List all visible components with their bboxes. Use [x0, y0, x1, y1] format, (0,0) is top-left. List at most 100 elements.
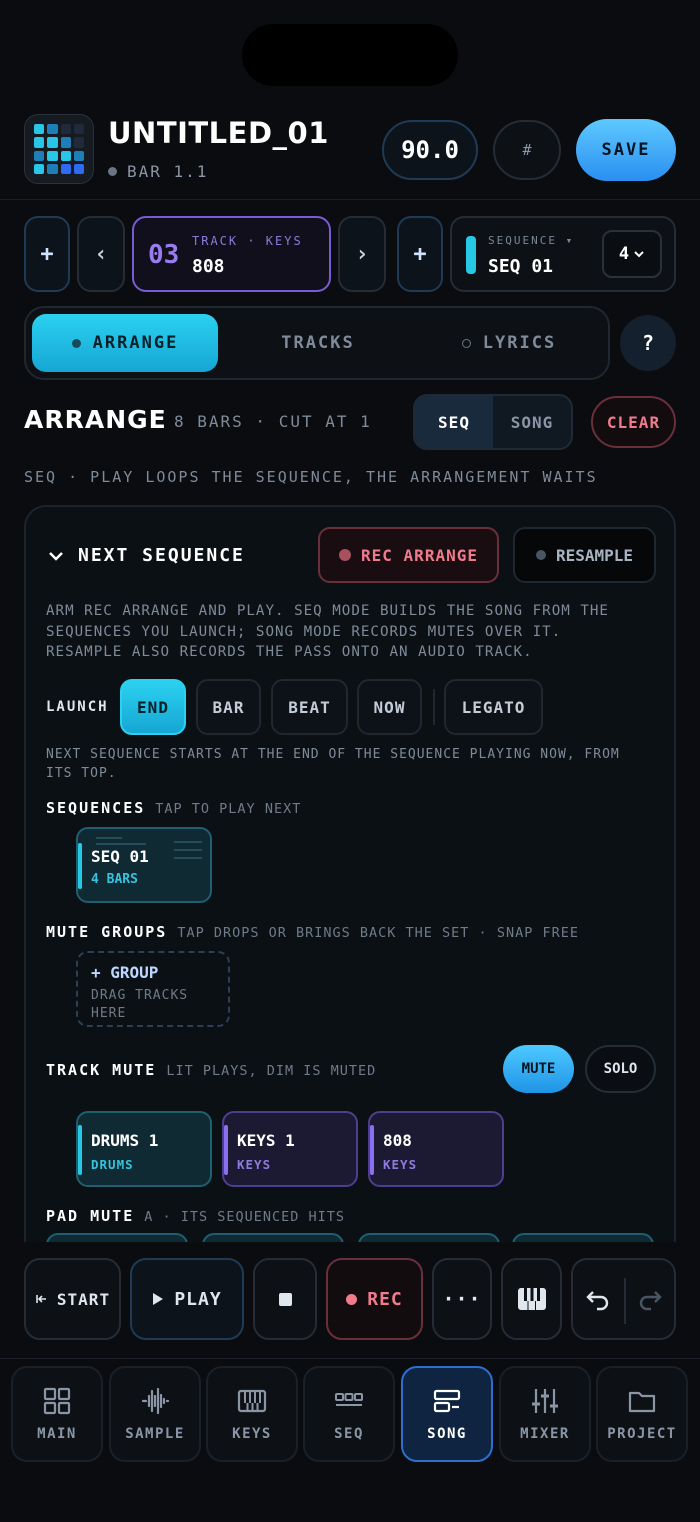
- project-title[interactable]: UNTITLED_01: [108, 116, 329, 150]
- track-label: TRACK · KEYS: [192, 234, 303, 248]
- section-title: ARRANGE: [24, 405, 167, 434]
- sequencer-icon: [335, 1393, 363, 1406]
- tab-arrange[interactable]: ARRANGE: [32, 314, 218, 372]
- nav-mixer[interactable]: MIXER: [499, 1366, 591, 1462]
- folder-icon: [628, 1391, 656, 1413]
- grid-hash-button[interactable]: #: [493, 120, 561, 180]
- rec-arrange-button[interactable]: REC ARRANGE: [318, 527, 499, 583]
- play-button[interactable]: PLAY: [130, 1258, 244, 1340]
- arrange-mode-toggle: SEQ SONG: [413, 394, 573, 450]
- app-logo-icon: [24, 114, 94, 184]
- pad-mute-heading: PAD MUTE A · ITS SEQUENCED HITS: [46, 1207, 346, 1225]
- sequence-selector[interactable]: SEQUENCE ▾ SEQ 01 4: [450, 216, 676, 292]
- sequence-card-name: SEQ 01: [91, 847, 149, 866]
- mute-mode-button[interactable]: MUTE: [503, 1045, 574, 1093]
- launch-bar-button[interactable]: BAR: [196, 679, 261, 735]
- record-dot-icon: [535, 550, 546, 560]
- track-card-name: DRUMS 1: [91, 1131, 159, 1150]
- next-sequence-panel: NEXT SEQUENCE REC ARRANGE RESAMPLE ARM R…: [24, 505, 676, 1265]
- redo-icon: [639, 1291, 662, 1311]
- add-group-hint: DRAG TRACKS HERE: [91, 988, 189, 1021]
- skip-start-icon: [36, 1295, 46, 1303]
- add-sequence-button[interactable]: +: [397, 216, 443, 292]
- camera-notch: [242, 24, 458, 86]
- play-icon: [153, 1293, 164, 1305]
- arrange-summary: 8 BARS · CUT AT 1: [174, 412, 372, 431]
- next-track-button[interactable]: ›: [338, 216, 386, 292]
- piano-icon: [237, 1389, 267, 1413]
- sequence-length-dropdown[interactable]: 4: [602, 230, 662, 278]
- nav-main[interactable]: MAIN: [11, 1366, 103, 1462]
- save-button[interactable]: SAVE: [576, 119, 676, 181]
- launch-now-button[interactable]: NOW: [357, 679, 422, 735]
- sequence-card[interactable]: SEQ 01 4 BARS: [76, 827, 212, 903]
- tab-lyrics[interactable]: LYRICS: [416, 314, 602, 372]
- divider: [433, 689, 435, 725]
- status-dot-icon: [108, 167, 117, 176]
- active-dot-icon: [71, 338, 81, 348]
- return-to-start-button[interactable]: START: [24, 1258, 121, 1340]
- track-name: 808: [192, 256, 225, 277]
- add-group-dropzone[interactable]: + GROUP DRAG TRACKS HERE: [76, 951, 230, 1027]
- piano-icon: [517, 1288, 546, 1310]
- nav-keys[interactable]: KEYS: [206, 1366, 298, 1462]
- mode-seq-button[interactable]: SEQ: [415, 396, 493, 448]
- record-dot-icon: [346, 1293, 358, 1305]
- launch-legato-button[interactable]: LEGATO: [444, 679, 543, 735]
- mode-song-button[interactable]: SONG: [493, 396, 571, 448]
- track-mute-card-drums-1[interactable]: DRUMS 1 DRUMS: [76, 1111, 212, 1187]
- tempo-button[interactable]: 90.0: [382, 120, 478, 180]
- chevron-down-icon: [634, 251, 644, 258]
- divider: [0, 199, 700, 200]
- track-color-bar: [370, 1125, 374, 1175]
- prev-track-button[interactable]: ‹: [77, 216, 125, 292]
- track-selector[interactable]: 03 TRACK · KEYS 808: [132, 216, 331, 292]
- sequence-card-bars: 4 BARS: [91, 872, 138, 887]
- panel-header[interactable]: NEXT SEQUENCE: [48, 545, 245, 566]
- sequence-color-bar: [466, 236, 476, 274]
- launch-end-button[interactable]: END: [120, 679, 186, 735]
- playhead-position: BAR 1.1: [108, 162, 208, 181]
- nav-seq[interactable]: SEQ: [303, 1366, 395, 1462]
- divider: [0, 1358, 700, 1359]
- nav-sample[interactable]: SAMPLE: [109, 1366, 201, 1462]
- track-number: 03: [148, 240, 180, 270]
- add-group-label: + GROUP: [91, 963, 159, 982]
- track-color-bar: [224, 1125, 228, 1175]
- keyboard-button[interactable]: [501, 1258, 562, 1340]
- track-card-kind: KEYS: [237, 1157, 272, 1172]
- resample-button[interactable]: RESAMPLE: [513, 527, 656, 583]
- solo-mode-button[interactable]: SOLO: [585, 1045, 656, 1093]
- launch-beat-button[interactable]: BEAT: [271, 679, 348, 735]
- undo-button[interactable]: [585, 1286, 611, 1316]
- panel-description: ARM REC ARRANGE AND PLAY. SEQ MODE BUILD…: [46, 603, 609, 660]
- sequence-label: SEQUENCE ▾: [488, 234, 575, 247]
- more-button[interactable]: ···: [432, 1258, 492, 1340]
- divider: [623, 1278, 626, 1324]
- view-tabs: ARRANGE TRACKS LYRICS: [24, 306, 610, 380]
- undo-redo-group: [571, 1258, 676, 1340]
- stop-button[interactable]: [253, 1258, 317, 1340]
- launch-description: NEXT SEQUENCE STARTS AT THE END OF THE S…: [46, 747, 620, 781]
- mode-hint: SEQ · PLAY LOOPS THE SEQUENCE, THE ARRAN…: [24, 468, 598, 486]
- sliders-icon: [532, 1389, 558, 1413]
- waveform-icon: [141, 1387, 170, 1415]
- tab-tracks[interactable]: TRACKS: [226, 314, 410, 372]
- track-mute-card-keys-1[interactable]: KEYS 1 KEYS: [222, 1111, 358, 1187]
- track-card-name: 808: [383, 1131, 412, 1150]
- track-mute-heading: TRACK MUTE LIT PLAYS, DIM IS MUTED: [46, 1061, 377, 1079]
- clear-button[interactable]: CLEAR: [591, 396, 676, 448]
- sequences-heading: SEQUENCES TAP TO PLAY NEXT: [46, 799, 302, 817]
- stop-icon: [278, 1292, 292, 1306]
- track-card-name: KEYS 1: [237, 1131, 295, 1150]
- record-button[interactable]: REC: [326, 1258, 423, 1340]
- add-track-button[interactable]: +: [24, 216, 70, 292]
- grid-icon: [43, 1387, 71, 1415]
- chevron-down-icon: [49, 551, 63, 561]
- help-button[interactable]: ?: [620, 315, 676, 371]
- nav-song[interactable]: SONG: [401, 1366, 493, 1462]
- nav-project[interactable]: PROJECT: [596, 1366, 688, 1462]
- track-card-kind: KEYS: [383, 1157, 418, 1172]
- redo-button[interactable]: [637, 1286, 663, 1316]
- track-mute-card-808[interactable]: 808 KEYS: [368, 1111, 504, 1187]
